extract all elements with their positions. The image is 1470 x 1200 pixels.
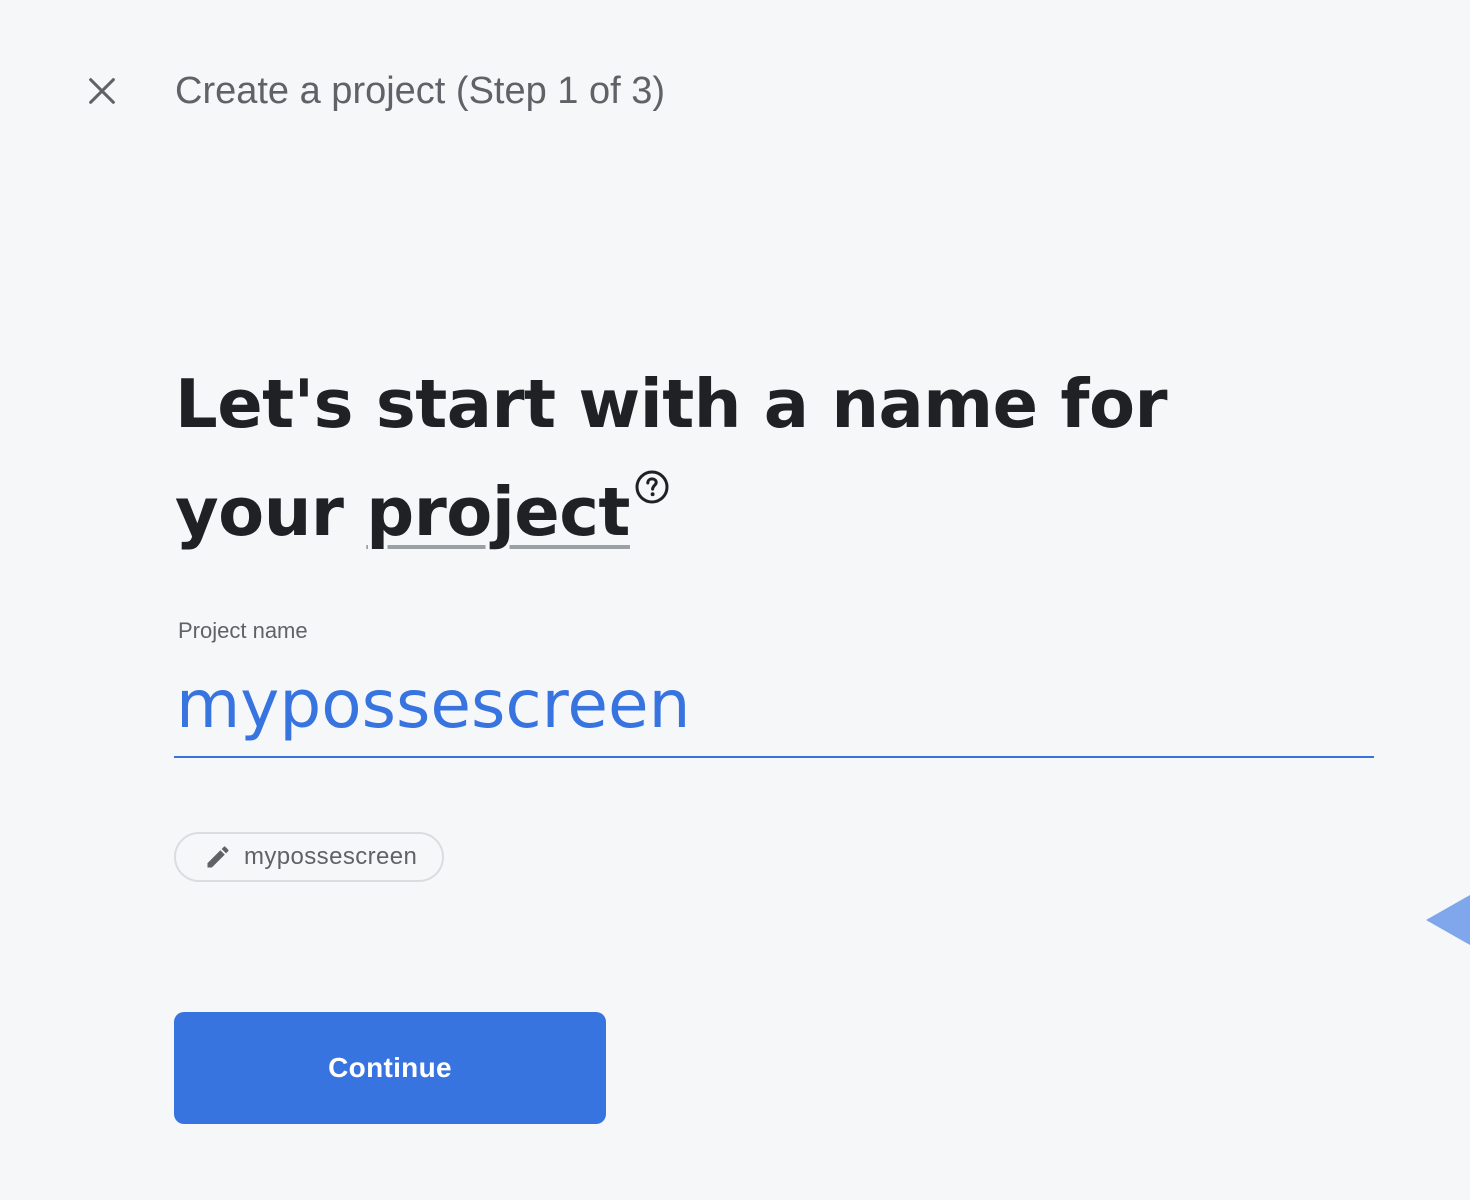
project-name-input[interactable] [174, 652, 1374, 758]
help-circle-icon[interactable] [634, 469, 670, 505]
pencil-icon [207, 846, 229, 868]
continue-button[interactable]: Continue [174, 1012, 606, 1124]
heading-prefix: your [175, 473, 367, 551]
close-icon [89, 78, 115, 104]
close-button[interactable] [78, 67, 126, 115]
main-heading: Let's start with a name for your project [175, 350, 1168, 566]
project-name-label: Project name [178, 618, 308, 643]
heading-line-1: Let's start with a name for [175, 365, 1168, 443]
heading-line-2: your project [175, 458, 1167, 566]
project-term-link[interactable]: project [366, 473, 630, 551]
decorative-triangle [1426, 895, 1470, 945]
create-project-page: Create a project (Step 1 of 3) Let's sta… [0, 0, 1470, 1200]
page-title: Create a project (Step 1 of 3) [175, 70, 666, 112]
project-id-label: mypossescreen [244, 843, 418, 870]
project-id-chip[interactable]: mypossescreen [174, 832, 445, 882]
